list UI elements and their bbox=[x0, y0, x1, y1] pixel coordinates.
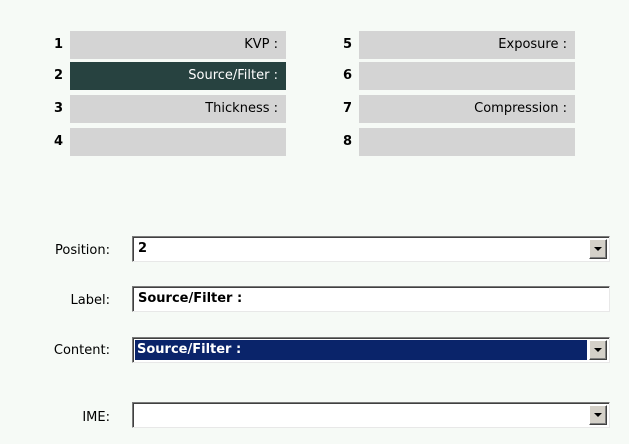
overlay-config-panel: 1 2 3 4 KVP : Source/Filter : Thickness … bbox=[0, 0, 629, 444]
slot-7-button[interactable]: Compression : bbox=[359, 95, 575, 123]
chevron-down-icon bbox=[594, 348, 602, 352]
slot-number-3: 3 bbox=[54, 101, 64, 116]
slot-3-button[interactable]: Thickness : bbox=[70, 95, 286, 123]
slot-4-button[interactable] bbox=[70, 128, 286, 156]
slot-number-8: 8 bbox=[343, 134, 353, 149]
position-value: 2 bbox=[138, 241, 148, 256]
label-input-value: Source/Filter : bbox=[138, 291, 243, 306]
label-input[interactable]: Source/Filter : bbox=[132, 286, 610, 312]
slot-number-7: 7 bbox=[343, 101, 353, 116]
ime-dropdown-button[interactable] bbox=[589, 405, 607, 425]
ime-dropdown[interactable] bbox=[132, 402, 610, 428]
slot-8-button[interactable] bbox=[359, 128, 575, 156]
position-label: Position: bbox=[55, 243, 110, 258]
slot-2-button[interactable]: Source/Filter : bbox=[70, 62, 286, 90]
content-dropdown-button[interactable] bbox=[589, 340, 607, 360]
slot-number-2: 2 bbox=[54, 68, 64, 83]
slot-number-4: 4 bbox=[54, 134, 64, 149]
slot-number-6: 6 bbox=[343, 68, 353, 83]
position-dropdown[interactable]: 2 bbox=[132, 236, 610, 262]
slot-number-5: 5 bbox=[343, 37, 353, 52]
slot-number-1: 1 bbox=[54, 37, 64, 52]
slot-1-button[interactable]: KVP : bbox=[70, 31, 286, 59]
position-dropdown-button[interactable] bbox=[589, 239, 607, 259]
label-label: Label: bbox=[70, 293, 110, 308]
slot-6-button[interactable] bbox=[359, 62, 575, 90]
ime-label: IME: bbox=[82, 410, 110, 425]
content-dropdown[interactable]: Source/Filter : bbox=[132, 337, 610, 363]
content-value: Source/Filter : bbox=[137, 342, 242, 357]
slot-5-button[interactable]: Exposure : bbox=[359, 31, 575, 59]
chevron-down-icon bbox=[594, 247, 602, 251]
content-label: Content: bbox=[53, 343, 110, 358]
chevron-down-icon bbox=[594, 413, 602, 417]
